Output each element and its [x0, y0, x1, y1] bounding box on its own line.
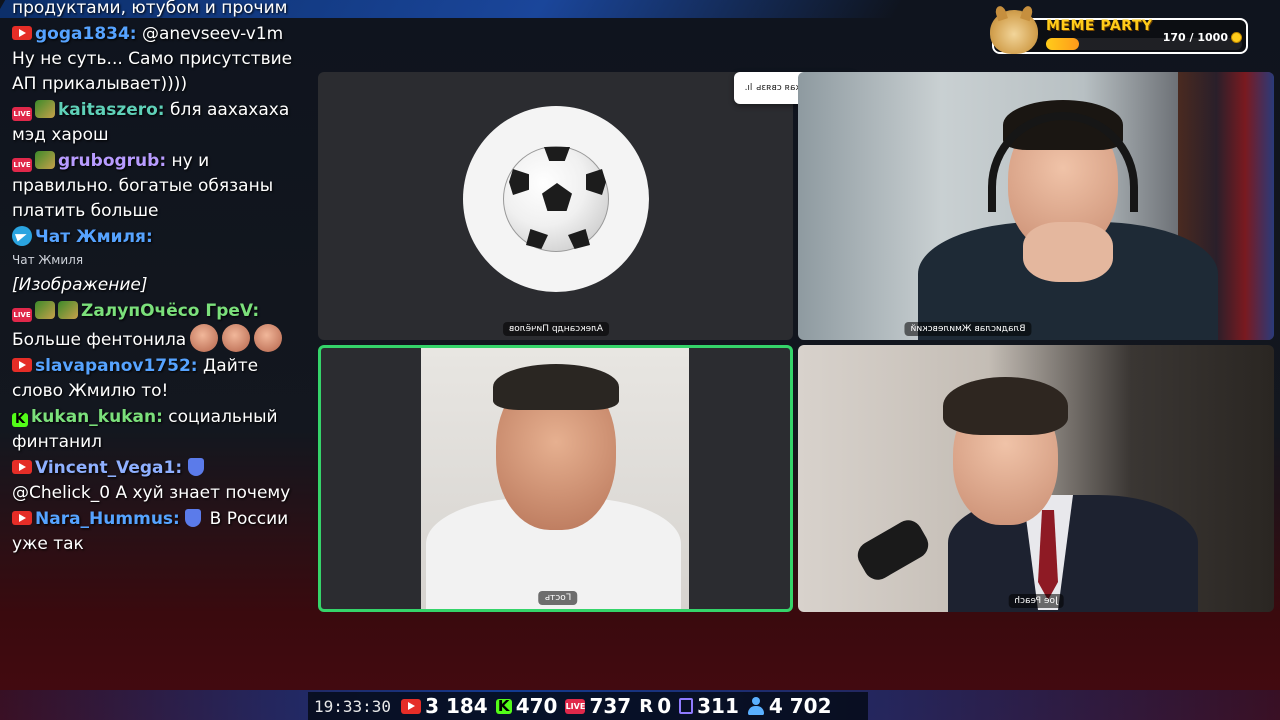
r-viewers-count: 0 — [657, 694, 672, 718]
avatar-circle — [463, 106, 649, 292]
youtube-icon — [12, 460, 32, 474]
total-viewers-count: 4 702 — [768, 694, 832, 718]
youtube-icon — [12, 26, 32, 40]
live-icon: LIVE — [565, 698, 586, 714]
chat-message: LIVE ZалупОчёсо ГреV: Больше фентонила — [12, 299, 304, 353]
video-tile-avatar[interactable]: Александр Пичёлов — [318, 72, 793, 340]
participant-name: Владислав Жмилевский — [904, 322, 1032, 336]
meme-party-progress-fill — [1046, 38, 1080, 50]
r-platform-icon: R — [639, 695, 654, 717]
emote-icon — [58, 301, 78, 319]
chat-username: kaitaszero: — [58, 100, 165, 120]
total-viewers: 4 702 — [747, 694, 832, 718]
doge-icon — [990, 10, 1038, 54]
chat-message-text: Больше фентонила — [12, 330, 187, 350]
microphone-icon — [852, 515, 934, 585]
video-tile-joe-peach[interactable]: Joe Peach — [798, 345, 1274, 612]
youtube-icon — [12, 358, 32, 372]
emote-face-icon — [254, 324, 283, 352]
live-viewers: LIVE 737 — [565, 694, 631, 718]
chat-username: grubogrub: — [58, 151, 167, 171]
chat-subtitle: Чат Жмиля — [12, 253, 84, 267]
kick-viewers-count: 470 — [515, 694, 558, 718]
chat-panel: продуктами, ютубом и прочим goga1834: @a… — [0, 0, 312, 720]
moderator-shield-icon — [185, 509, 202, 527]
clock-time: 19:33:30 — [314, 696, 392, 716]
chat-message: goga1834: @anevseev-v1m Ну не суть... Са… — [12, 22, 304, 97]
chat-message: slavapanov1752: Дайте слово Жмилю то! — [12, 354, 304, 404]
chat-username: kukan_kukan: — [31, 407, 163, 427]
stats-bar: 19:33:30 3 184 K 470 LIVE 737 R 0 311 4 … — [308, 692, 868, 720]
twitch-icon — [679, 698, 694, 714]
chat-message-text: @Chelick_0 А хуй знает почему — [12, 483, 291, 503]
live-badge-icon: LIVE — [12, 308, 32, 322]
chat-message: LIVE kaitaszero: бля аахахаха мэд харош — [12, 98, 304, 148]
youtube-viewers: 3 184 — [401, 694, 488, 718]
emote-icon — [35, 301, 55, 319]
emote-face-icon — [222, 324, 251, 352]
twitch-viewers-count: 311 — [697, 694, 739, 718]
chat-image-placeholder: [Изображение] — [12, 275, 148, 295]
chat-username: Чат Жмиля: — [35, 227, 153, 247]
chat-message: Vincent_Vega1: @Chelick_0 А хуй знает по… — [12, 456, 304, 506]
soccer-ball-icon — [503, 146, 609, 252]
chat-message-text: продуктами, ютубом и прочим — [12, 0, 288, 18]
emote-icon — [35, 100, 55, 118]
chat-message: LIVE grubogrub: ну и правильно. богатые о… — [12, 149, 304, 224]
live-badge-icon: LIVE — [12, 107, 32, 121]
live-badge-icon: LIVE — [12, 158, 32, 172]
participant-name: Joe Peach — [1008, 594, 1064, 608]
user-icon — [747, 697, 765, 715]
meme-party-title: MEME PARTY — [1046, 18, 1153, 34]
meme-party-count: 170 / 1000 — [1162, 31, 1228, 44]
coin-icon — [1231, 32, 1242, 43]
youtube-icon — [12, 511, 32, 525]
chat-username: goga1834: — [35, 24, 137, 44]
video-tile-vladislav[interactable]: Владислав Жмилевский — [798, 72, 1274, 340]
participant-name: Гость — [538, 591, 578, 605]
youtube-icon — [401, 698, 422, 714]
kick-icon: K — [495, 698, 512, 714]
twitch-viewers: 311 — [679, 694, 739, 718]
kick-viewers: K 470 — [495, 694, 558, 718]
video-tile-guest-active-speaker[interactable]: Гость — [318, 345, 793, 612]
chat-message: Чат Жмиля: — [12, 225, 304, 250]
participant-hair — [943, 377, 1068, 435]
chat-message: Nara_Hummus: В России уже так — [12, 507, 304, 557]
chat-message: продуктами, ютубом и прочим — [12, 0, 304, 21]
youtube-viewers-count: 3 184 — [425, 694, 488, 718]
participant-hair — [493, 364, 619, 410]
kick-icon: K — [12, 413, 28, 427]
chat-username: Vincent_Vega1: — [35, 458, 183, 478]
live-viewers-count: 737 — [589, 694, 632, 718]
emote-icon — [35, 151, 55, 169]
chat-username: slavapanov1752: — [35, 356, 198, 376]
meme-party-widget: MEME PARTY 170 / 1000 — [990, 10, 1248, 54]
emote-face-icon — [190, 324, 219, 352]
signal-icon: .ıl — [744, 83, 753, 93]
chat-username: Nara_Hummus: — [35, 509, 180, 529]
chat-message: Kkukan_kukan: социальный финтанил — [12, 405, 304, 455]
moderator-shield-icon — [187, 458, 204, 476]
chat-username: ZалупОчёсо ГреV: — [81, 301, 260, 321]
participant-name: Александр Пичёлов — [502, 322, 609, 336]
r-viewers: R 0 — [639, 694, 671, 718]
telegram-icon — [12, 226, 32, 246]
hands — [1023, 222, 1113, 282]
